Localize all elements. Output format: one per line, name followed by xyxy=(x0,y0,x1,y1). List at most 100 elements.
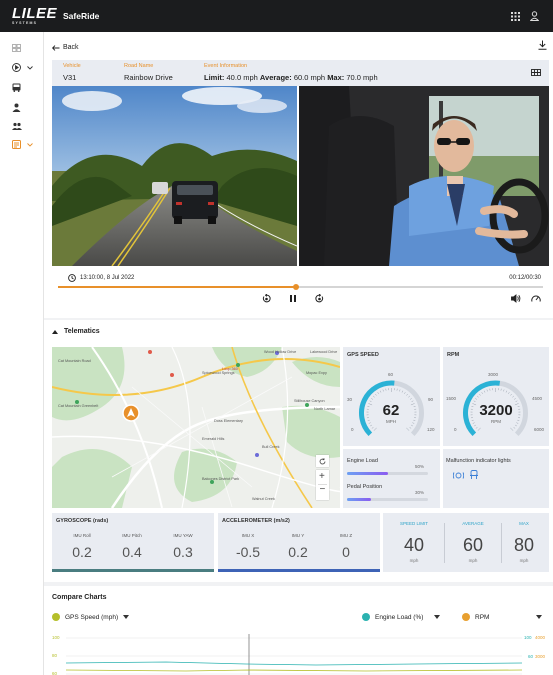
map-label: Spicewood Springs xyxy=(202,371,235,375)
average-speed-label: AVERAGE xyxy=(462,521,484,526)
progress-track[interactable] xyxy=(58,284,543,290)
gauge-tick-mark xyxy=(379,390,382,393)
caret-down-icon xyxy=(434,615,441,619)
speedometer-icon xyxy=(531,295,541,302)
sidebar-item-users[interactable] xyxy=(12,122,22,131)
average-speed-value: 60 xyxy=(462,535,484,555)
apps-grid-icon[interactable] xyxy=(511,11,520,21)
user-icon[interactable] xyxy=(530,11,539,21)
sidebar-item-driver[interactable] xyxy=(12,103,21,112)
event-info-label: Event Information xyxy=(204,63,248,69)
average-value: 60.0 mph xyxy=(293,73,326,82)
malfunction-lights-card: Malfunction indicator lights xyxy=(443,449,549,508)
download-button[interactable] xyxy=(538,40,547,52)
road-camera-view[interactable] xyxy=(52,86,297,266)
gauge-tick-mark xyxy=(408,395,411,398)
gyroscope-title: GYROSCOPE (rads) xyxy=(56,518,109,524)
imu-yaw-value: 0.3 xyxy=(173,544,193,560)
imu-x-value: -0.5 xyxy=(235,544,261,560)
map-reset-button[interactable] xyxy=(316,455,329,467)
gauge-tick-mark xyxy=(409,398,412,400)
caret-up-icon xyxy=(52,329,58,334)
sidebar-item-vehicles[interactable] xyxy=(12,83,21,92)
rewind-button[interactable] xyxy=(262,293,271,305)
series-select-3[interactable]: RPM xyxy=(462,610,546,624)
compare-charts-panel: Compare Charts GPS Speed (mph) Engine Lo… xyxy=(44,586,553,675)
sidebar-item-playback[interactable] xyxy=(12,63,33,72)
pause-icon xyxy=(290,295,296,302)
progress-fill xyxy=(58,286,296,288)
average-speed-unit: mph xyxy=(468,558,478,563)
back-button[interactable]: Back xyxy=(52,44,79,51)
map-label: Mopac Expy xyxy=(306,371,327,375)
gauge-tick: 90 xyxy=(428,397,434,402)
max-speed-label: MAX xyxy=(519,521,529,526)
gauge-tick-mark xyxy=(510,393,512,396)
progress-handle[interactable] xyxy=(292,284,299,290)
pedal-position-fill xyxy=(347,498,372,501)
arrow-left-icon xyxy=(52,44,60,51)
pedal-position-bar xyxy=(347,498,428,501)
imu-z-label: IMU Z xyxy=(339,533,353,538)
playback-speed-button[interactable] xyxy=(531,294,541,305)
chevron-down-icon xyxy=(27,65,33,70)
sidebar xyxy=(0,32,44,675)
video-player[interactable] xyxy=(52,86,549,266)
gauge-tick-mark xyxy=(513,398,516,400)
sidebar-item-dashboard[interactable] xyxy=(12,44,21,52)
engine-load-fill xyxy=(347,472,388,475)
gauge-tick-mark xyxy=(413,405,416,407)
imu-pitch-value: 0.4 xyxy=(122,544,142,560)
users-icon xyxy=(12,122,22,130)
vehicle-position-marker[interactable] xyxy=(122,404,140,424)
rpm-unit: RPM xyxy=(491,419,501,424)
gauge-tick-mark xyxy=(479,393,481,396)
volume-button[interactable] xyxy=(511,294,521,305)
compare-charts-title: Compare Charts xyxy=(52,594,107,601)
gauge-tick-mark xyxy=(401,390,404,393)
layout-grid-icon[interactable] xyxy=(531,69,541,78)
route-map[interactable]: Wood Hollow Drive Lakewood Drive Mopac E… xyxy=(52,347,340,508)
axis-tick-left: 80 xyxy=(52,653,58,658)
series-select-3-value: RPM xyxy=(475,613,490,621)
axis-tick-left: 60 xyxy=(52,671,58,675)
zoom-out-button[interactable]: − xyxy=(320,484,326,495)
gauge-tick: 30 xyxy=(347,397,353,402)
gauge-tick-mark xyxy=(474,424,477,427)
zoom-in-button[interactable]: + xyxy=(319,471,325,482)
map-label: Cat Mountain Greenbelt xyxy=(58,404,99,408)
gauge-tick-mark xyxy=(406,427,410,431)
app-logo[interactable]: LILEE SYSTEMS xyxy=(12,6,57,26)
gauge-tick: 0 xyxy=(351,427,354,432)
driver-camera-view[interactable] xyxy=(299,86,549,266)
gauge-tick-mark xyxy=(483,390,486,393)
max-value: 70.0 mph xyxy=(346,73,378,82)
gauge-tick-mark xyxy=(399,389,401,392)
map-label: North Lamar xyxy=(314,407,336,411)
imu-roll-value: 0.2 xyxy=(72,544,92,560)
series-color-dot xyxy=(52,613,60,621)
clock-icon xyxy=(68,274,76,282)
imu-x-label: IMU X xyxy=(241,533,255,538)
forward-button[interactable] xyxy=(315,293,324,305)
gauge-tick-mark xyxy=(413,419,416,421)
series-select-1[interactable]: GPS Speed (mph) xyxy=(52,610,192,624)
pause-button[interactable] xyxy=(289,294,297,305)
gauge-tick-mark xyxy=(510,427,514,431)
gauge-tick-mark xyxy=(412,422,415,424)
timestamp-text: 13:10:00, 8 Jul 2022 xyxy=(80,275,135,281)
telematics-toggle[interactable]: Telematics xyxy=(52,328,100,335)
gauge-tick-mark xyxy=(512,395,515,398)
download-icon xyxy=(538,40,547,50)
gauge-tick-mark xyxy=(508,392,510,395)
sidebar-item-events[interactable] xyxy=(12,140,33,149)
volume-icon xyxy=(511,294,521,303)
gauge-tick-mark xyxy=(475,398,478,400)
speed-summary-card: SPEED LIMIT 40 mph AVERAGE 60 mph MAX 80… xyxy=(383,513,549,572)
accelerometer-card: ACCELEROMETER (m/s2) IMU X -0.5 IMU Y 0.… xyxy=(218,513,380,572)
series-select-2[interactable]: Engine Load (%) xyxy=(362,610,452,624)
caret-down-icon xyxy=(123,615,130,619)
playback-controls: 13:10:00, 8 Jul 2022 00:12/00:30 xyxy=(52,266,549,312)
road-value: Rainbow Drive xyxy=(124,73,173,82)
logo-subtext: SYSTEMS xyxy=(12,21,38,26)
